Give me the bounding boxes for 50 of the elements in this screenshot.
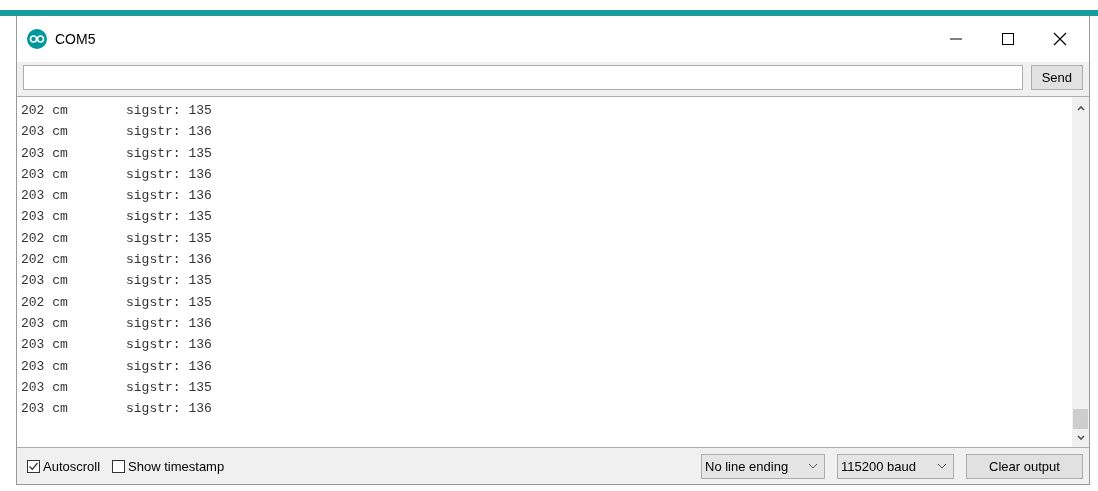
distance-text: 203 cm xyxy=(21,273,69,291)
close-icon xyxy=(1053,32,1067,46)
signal-text: sigstr: 136 xyxy=(126,401,212,419)
checkbox-label[interactable]: Autoscroll xyxy=(43,458,101,474)
signal-text: sigstr: 135 xyxy=(126,209,212,227)
signal-text: sigstr: 135 xyxy=(126,294,212,312)
chevron-down-icon xyxy=(937,463,947,469)
distance-text: 202 cm xyxy=(21,103,69,120)
maximize-icon xyxy=(1002,33,1014,45)
app-logo-icon xyxy=(27,29,47,49)
baud-rate-dropdown[interactable]: 115200 baud xyxy=(837,453,954,479)
vertical-scrollbar[interactable] xyxy=(1072,97,1089,447)
minimize-icon xyxy=(950,38,962,40)
message-input-field[interactable] xyxy=(23,65,1023,90)
signal-text: sigstr: 135 xyxy=(126,145,212,163)
checkbox[interactable] xyxy=(112,459,126,473)
signal-text: sigstr: 135 xyxy=(126,273,212,291)
window-title: COM5 xyxy=(55,31,96,47)
distance-text: 202 cm xyxy=(21,294,69,312)
checkbox-label[interactable]: Show timestamp xyxy=(128,458,225,474)
signal-text: sigstr: 135 xyxy=(126,379,212,397)
chevron-down-icon xyxy=(808,463,818,469)
signal-text: sigstr: 135 xyxy=(126,230,212,248)
distance-text: 203 cm xyxy=(21,315,69,333)
scrollbar-thumb[interactable] xyxy=(1073,409,1088,429)
scroll-up-icon[interactable] xyxy=(1075,103,1086,113)
signal-text: sigstr: 136 xyxy=(126,358,212,376)
distance-text: 203 cm xyxy=(21,166,69,184)
clear-output-button[interactable]: Clear output xyxy=(966,453,1083,479)
distance-text: 202 cm xyxy=(21,252,69,270)
signal-text: sigstr: 136 xyxy=(126,252,212,270)
scroll-down-icon[interactable] xyxy=(1075,433,1086,443)
distance-text: 203 cm xyxy=(21,379,69,397)
checkbox[interactable] xyxy=(27,459,40,473)
signal-text: sigstr: 135 xyxy=(126,103,212,120)
distance-text: 203 cm xyxy=(21,145,69,163)
distance-text: 202 cm xyxy=(21,230,69,248)
signal-text: sigstr: 136 xyxy=(126,166,212,184)
distance-text: 203 cm xyxy=(21,358,69,376)
line-ending-dropdown[interactable]: No line ending xyxy=(701,453,825,479)
distance-text: 203 cm xyxy=(21,124,69,142)
signal-text: sigstr: 136 xyxy=(126,315,212,333)
distance-text: 203 cm xyxy=(21,337,69,355)
signal-text: sigstr: 136 xyxy=(126,337,212,355)
signal-text: sigstr: 136 xyxy=(126,188,212,206)
distance-text: 203 cm xyxy=(21,188,69,206)
signal-text: sigstr: 136 xyxy=(126,124,212,142)
send-button[interactable]: Send xyxy=(1030,65,1083,90)
distance-text: 203 cm xyxy=(21,401,69,419)
distance-text: 203 cm xyxy=(21,209,69,227)
